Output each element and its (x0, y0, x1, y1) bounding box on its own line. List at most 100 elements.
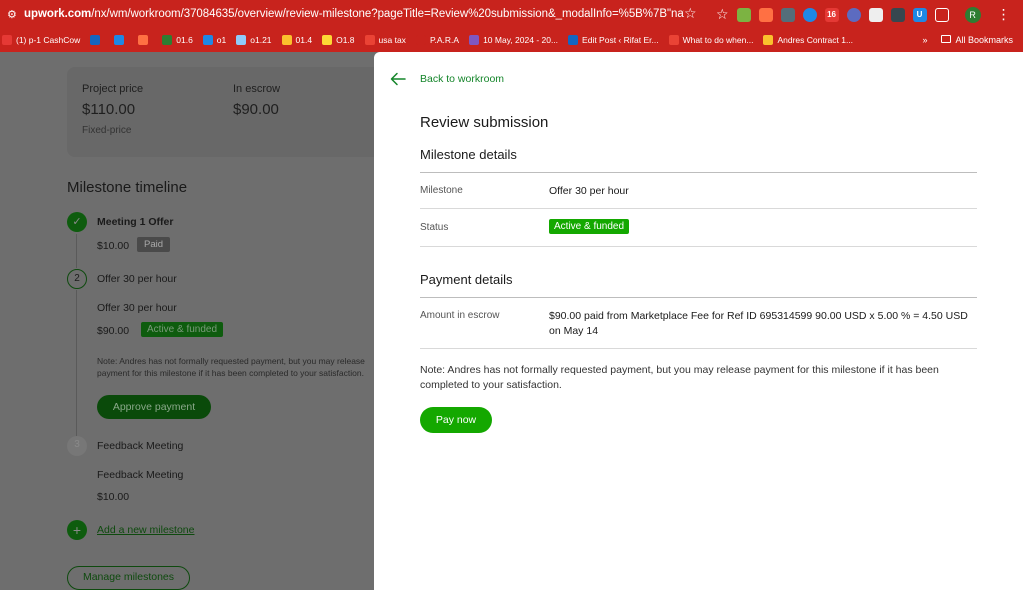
puzzle-extensions-icon[interactable] (934, 8, 949, 22)
blue-extension-icon[interactable] (802, 8, 817, 22)
all-bookmarks-label: All Bookmarks (955, 35, 1013, 45)
bookmark-item[interactable] (114, 35, 128, 45)
bookmark-label: o1.21 (250, 35, 272, 45)
milestone-2-number: 2 (67, 269, 87, 289)
milestone-2-subtitle: Offer 30 per hour (97, 302, 177, 314)
bookmark-favicon-icon (322, 35, 333, 45)
bookmark-item[interactable]: What to do when... (668, 35, 754, 45)
bookmark-label: 01.6 (176, 35, 193, 45)
bookmark-item[interactable] (138, 35, 152, 45)
bookmark-favicon-icon (364, 35, 375, 45)
site-settings-icon[interactable]: ⚙ (7, 9, 19, 21)
android-extension-icon[interactable] (736, 8, 751, 22)
payment-note: Note: Andres has not formally requested … (420, 364, 939, 391)
arrow-left-icon (390, 72, 406, 86)
bookmark-label: O1.8 (336, 35, 355, 45)
divider (420, 172, 977, 173)
timeline-title: Milestone timeline (67, 179, 188, 196)
bookmark-favicon-icon (2, 35, 12, 45)
bookmark-item[interactable]: (1) p-1 CashCow (2, 35, 80, 45)
divider (420, 348, 977, 349)
bookmark-item[interactable]: Edit Post ‹ Rifat Er... (568, 35, 659, 45)
paid-badge: Paid (137, 237, 171, 252)
chart-extension-icon[interactable] (758, 8, 773, 22)
all-bookmarks-button[interactable]: All Bookmarks (941, 35, 1013, 45)
bookmark-label: What to do when... (682, 35, 754, 45)
milestone-2-amount: $90.00 (97, 325, 130, 337)
bookmark-item[interactable]: usa tax (364, 35, 406, 45)
profile-avatar[interactable]: R (964, 7, 981, 23)
address-bar[interactable]: ⚙ upwork.com/nx/wm/workroom/37084635/ove… (0, 0, 1023, 30)
bookmark-label: 01.4 (295, 35, 313, 45)
star-extension-icon[interactable]: ☆ (716, 8, 729, 22)
translate-extension-icon[interactable] (780, 8, 795, 22)
bookmark-item[interactable]: Andres Contract 1... (763, 35, 853, 45)
url-text[interactable]: upwork.com/nx/wm/workroom/37084635/overv… (24, 8, 684, 20)
bookmark-favicon-icon (415, 35, 426, 45)
status-label: Status (420, 222, 449, 233)
milestone-details-heading: Milestone details (420, 147, 517, 162)
bookmark-star-icon[interactable]: ☆ (684, 7, 697, 21)
in-escrow-label: In escrow (233, 83, 281, 95)
bookmark-item[interactable]: 10 May, 2024 - 20... (469, 35, 558, 45)
bookmark-item[interactable] (90, 35, 104, 45)
bookmark-favicon-icon (202, 35, 213, 45)
timeline-connector (76, 290, 77, 436)
price-card: Project price $110.00 Fixed-price In esc… (67, 67, 397, 157)
project-price-type: Fixed-price (82, 125, 132, 136)
gear-extension-icon[interactable] (846, 8, 861, 22)
bookmark-item[interactable]: P.A.R.A (415, 35, 459, 45)
bookmark-label: (1) p-1 CashCow (16, 35, 81, 45)
milestone-3-amount: $10.00 (97, 491, 130, 503)
bookmark-label: Edit Post ‹ Rifat Er... (582, 35, 659, 45)
page-title: Review submission (420, 114, 549, 131)
bookmark-label: o1 (216, 35, 227, 45)
add-milestone-label: Add a new milestone (97, 524, 195, 536)
bookmark-favicon-icon (236, 35, 247, 45)
bookmark-label: 10 May, 2024 - 20... (483, 35, 559, 45)
milestone-2-note: Note: Andres has not formally requested … (97, 356, 365, 378)
bookmark-item[interactable]: O1.8 (322, 35, 355, 45)
bookmark-item[interactable]: 01.6 (162, 35, 193, 45)
browser-chrome: ⚙ upwork.com/nx/wm/workroom/37084635/ove… (0, 0, 1023, 52)
folder-icon (941, 35, 952, 43)
back-to-workroom-link[interactable]: Back to workroom (390, 72, 504, 86)
bookmarks-overflow-icon[interactable]: » (922, 35, 927, 45)
bookmark-favicon-icon (469, 35, 480, 45)
plus-icon: + (67, 520, 87, 540)
project-price-value: $110.00 (82, 101, 136, 118)
bookmark-favicon-icon (114, 35, 125, 45)
u-extension-icon[interactable]: U (912, 8, 927, 22)
pay-now-button[interactable]: Pay now (420, 407, 492, 433)
bookmark-item[interactable]: o1.21 (236, 35, 272, 45)
bookmark-label: usa tax (378, 35, 406, 45)
bookmark-favicon-icon (162, 35, 173, 45)
approve-payment-button[interactable]: Approve payment (97, 395, 211, 419)
milestone-label: Milestone (420, 185, 463, 196)
status-badge: Active & funded (549, 219, 630, 234)
bookmark-favicon-icon (568, 35, 579, 45)
browser-menu-icon[interactable]: ⋮ (997, 7, 1011, 23)
bookmarks-bar: (1) p-1 CashCow 01.6 o1 o1.21 01.4 O1.8 usa ta… (0, 30, 1023, 50)
completed-check-icon: ✓ (67, 212, 87, 232)
bookmark-favicon-icon (668, 35, 679, 45)
divider (420, 246, 977, 247)
bookmark-favicon-icon (763, 35, 774, 45)
window-extension-icon[interactable] (868, 8, 883, 22)
bookmark-label: Andres Contract 1... (777, 35, 854, 45)
add-milestone-link[interactable]: + Add a new milestone (67, 520, 194, 540)
milestone-1-title: Meeting 1 Offer (97, 216, 174, 228)
active-funded-badge: Active & funded (141, 322, 224, 337)
divider (420, 208, 977, 209)
milestone-2-title: Offer 30 per hour (97, 273, 177, 285)
mail-extension-icon[interactable]: 16 (824, 8, 839, 22)
bookmark-item[interactable]: 01.4 (281, 35, 313, 45)
bookmark-item[interactable]: o1 (202, 35, 227, 45)
milestone-1-amount: $10.00 (97, 240, 130, 252)
in-escrow-value: $90.00 (233, 101, 279, 118)
play-extension-icon[interactable] (890, 8, 905, 22)
project-price-label: Project price (82, 83, 144, 95)
manage-milestones-button[interactable]: Manage milestones (67, 566, 190, 590)
timeline-connector (76, 234, 77, 268)
review-submission-panel: Back to workroom Review submission Miles… (374, 52, 1023, 590)
